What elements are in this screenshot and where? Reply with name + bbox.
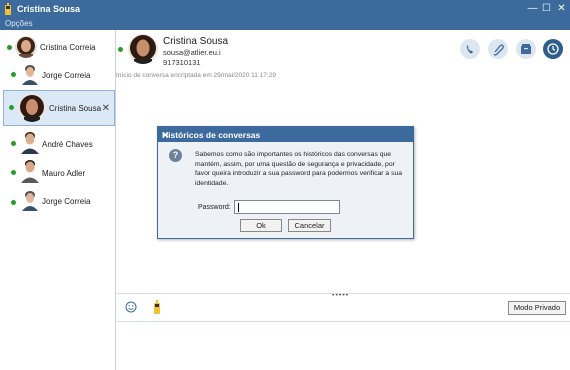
menu-options[interactable]: Opções xyxy=(5,19,33,28)
contact-name: Cristina Correia xyxy=(40,43,96,52)
contact-avatar xyxy=(128,34,158,64)
dialog-close-icon[interactable]: ✕ xyxy=(162,130,410,141)
contact-item-cristina-correia[interactable]: Cristina Correia xyxy=(0,32,116,62)
window-title: Cristina Sousa xyxy=(17,4,81,14)
contact-item-jorge-correia-2[interactable]: Jorge Correia xyxy=(0,186,116,216)
maximize-button[interactable]: ☐ xyxy=(540,2,553,15)
text-caret xyxy=(238,203,239,212)
avatar xyxy=(19,130,41,154)
contact-item-jorge-correia[interactable]: Jorge Correia xyxy=(0,61,116,91)
online-status-dot xyxy=(11,200,16,205)
history-icon xyxy=(547,43,559,55)
phone-icon xyxy=(466,45,473,54)
question-icon: ? xyxy=(169,149,182,162)
online-status-dot xyxy=(9,105,14,110)
avatar xyxy=(18,94,46,122)
contact-item-mauro-adler[interactable]: Mauro Adler xyxy=(0,157,116,187)
ok-button[interactable]: Ok xyxy=(240,219,282,232)
encryption-notice: Início de conversa encriptada em 29/mai/… xyxy=(116,72,276,79)
avatar xyxy=(19,158,41,183)
private-mode-button[interactable]: Modo Privado xyxy=(508,301,566,315)
avatar xyxy=(15,36,37,58)
chat-header: Cristina Sousa sousa@atlier.eu.i 9173101… xyxy=(116,30,570,70)
close-chat-icon[interactable]: ✕ xyxy=(102,103,110,114)
contact-name: Jorge Correia xyxy=(42,197,91,206)
chat-contact-name: Cristina Sousa xyxy=(163,36,229,47)
contact-list: Cristina Correia Jorge Correia Cristina … xyxy=(0,30,116,370)
smiley-icon[interactable] xyxy=(125,301,137,313)
attach-file-button[interactable] xyxy=(488,39,508,59)
dialog-message: Sabemos como são importantes os históric… xyxy=(195,151,403,187)
contact-name: André Chaves xyxy=(42,140,93,149)
chat-contact-email: sousa@atlier.eu.i xyxy=(163,48,221,57)
online-status-dot xyxy=(11,170,16,175)
minimize-button[interactable]: — xyxy=(526,2,539,15)
call-button[interactable] xyxy=(460,39,480,59)
online-status-dot xyxy=(11,141,16,146)
message-input[interactable] xyxy=(116,321,570,370)
archive-icon xyxy=(521,44,531,54)
contact-name: Jorge Correia xyxy=(42,71,91,80)
avatar xyxy=(20,189,40,211)
contact-item-cristina-sousa[interactable]: Cristina Sousa ✕ xyxy=(3,90,115,126)
dialog-title-bar: Históricos de conversas ✕ xyxy=(158,127,413,142)
contact-item-andre-chaves[interactable]: André Chaves xyxy=(0,128,116,158)
menu-bar: Opções xyxy=(0,18,570,30)
history-password-dialog: Históricos de conversas ✕ ? Sabemos como… xyxy=(157,126,414,239)
password-field[interactable] xyxy=(234,200,340,214)
mobile-icon[interactable] xyxy=(153,300,161,314)
contact-name: Mauro Adler xyxy=(42,169,86,178)
attach-icon xyxy=(493,44,504,56)
title-bar: Cristina Sousa — ☐ ✕ xyxy=(0,0,570,18)
online-status-dot xyxy=(118,47,123,52)
archive-button[interactable] xyxy=(516,39,536,59)
avatar xyxy=(20,63,40,85)
contact-name: Cristina Sousa xyxy=(49,104,102,113)
online-status-dot xyxy=(7,45,12,50)
password-label: Password: xyxy=(198,204,231,211)
online-status-dot xyxy=(11,72,16,77)
history-button[interactable] xyxy=(543,39,563,59)
app-icon xyxy=(5,3,11,15)
cancel-button[interactable]: Cancelar xyxy=(288,219,331,232)
close-button[interactable]: ✕ xyxy=(555,2,568,15)
compose-toolbar xyxy=(116,293,570,321)
chat-contact-phone: 917310131 xyxy=(163,58,201,67)
